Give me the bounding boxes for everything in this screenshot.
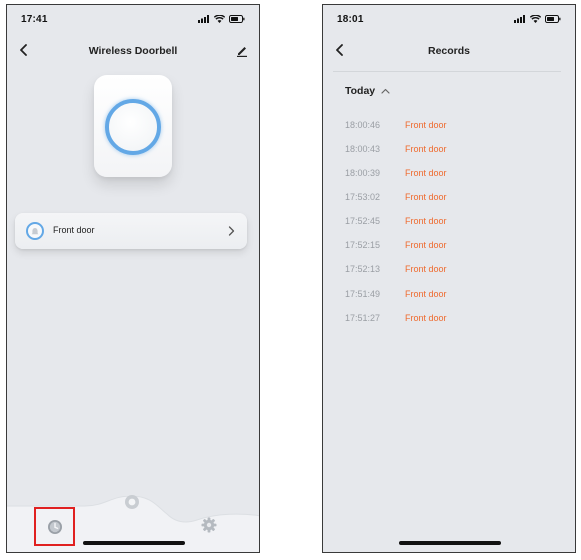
status-time: 17:41 [21, 14, 48, 25]
wifi-icon [214, 15, 225, 23]
signal-icon [198, 15, 209, 23]
record-time: 18:00:43 [345, 144, 381, 154]
today-section-label: Today [345, 85, 376, 97]
front-door-label: Front door [53, 225, 95, 235]
signal-icon [514, 15, 525, 23]
doorbell-device-card[interactable] [94, 75, 172, 177]
chevron-right-icon [223, 223, 239, 239]
history-tab-button[interactable] [34, 507, 75, 546]
record-time: 17:51:27 [345, 313, 381, 323]
record-location: Front door [405, 216, 447, 226]
record-location: Front door [405, 264, 447, 274]
home-indicator [83, 541, 185, 545]
divider [333, 71, 561, 72]
front-door-item[interactable]: Front door [15, 213, 247, 249]
record-row: 17:52:45 Front door [323, 216, 575, 230]
settings-tab-button[interactable] [198, 514, 220, 536]
nav-bar: Records [323, 33, 575, 67]
record-row: 18:00:43 Front door [323, 144, 575, 158]
home-button-icon [125, 495, 139, 509]
record-location: Front door [405, 144, 447, 154]
status-icons [514, 15, 561, 23]
page-title: Records [427, 45, 470, 57]
chevron-up-icon [381, 88, 390, 94]
back-arrow-icon[interactable] [13, 39, 35, 61]
edit-pencil-icon[interactable] [231, 40, 253, 62]
battery-icon [545, 15, 561, 23]
record-location: Front door [405, 192, 447, 202]
record-time: 17:52:15 [345, 240, 381, 250]
page-title: Wireless Doorbell [88, 45, 178, 57]
record-row: 17:51:49 Front door [323, 289, 575, 303]
record-time: 18:00:39 [345, 168, 381, 178]
record-time: 17:51:49 [345, 289, 381, 299]
back-arrow-icon[interactable] [329, 39, 351, 61]
status-time: 18:01 [337, 14, 364, 25]
wifi-icon [530, 15, 541, 23]
record-location: Front door [405, 240, 447, 250]
door-device-icon [26, 222, 44, 240]
status-bar: 17:41 [7, 5, 259, 33]
record-row: 17:51:27 Front door [323, 313, 575, 327]
record-time: 17:52:13 [345, 264, 381, 274]
doorbell-button-icon [105, 99, 161, 155]
record-row: 17:52:15 Front door [323, 240, 575, 254]
record-time: 17:53:02 [345, 192, 381, 202]
record-location: Front door [405, 168, 447, 178]
history-icon [47, 519, 62, 534]
battery-icon [229, 15, 245, 23]
home-tab-button[interactable] [121, 491, 143, 513]
records-screen: 18:01 Records Today 18:00:46 Front door [322, 4, 576, 553]
status-bar: 18:01 [323, 5, 575, 33]
home-indicator [399, 541, 501, 545]
record-time: 18:00:46 [345, 120, 381, 130]
record-row: 18:00:46 Front door [323, 120, 575, 134]
settings-icon [201, 517, 217, 533]
record-row: 18:00:39 Front door [323, 168, 575, 182]
record-location: Front door [405, 120, 447, 130]
today-section-toggle[interactable]: Today [345, 85, 390, 97]
nav-bar: Wireless Doorbell [7, 33, 259, 67]
record-time: 17:52:45 [345, 216, 381, 226]
record-row: 17:52:13 Front door [323, 264, 575, 278]
record-location: Front door [405, 289, 447, 299]
record-location: Front door [405, 313, 447, 323]
record-row: 17:53:02 Front door [323, 192, 575, 206]
status-icons [198, 15, 245, 23]
doorbell-home-screen: 17:41 Wireless Doorbell Front door [6, 4, 260, 553]
screenshot-stage: 17:41 Wireless Doorbell Front door 18:01… [0, 0, 581, 560]
